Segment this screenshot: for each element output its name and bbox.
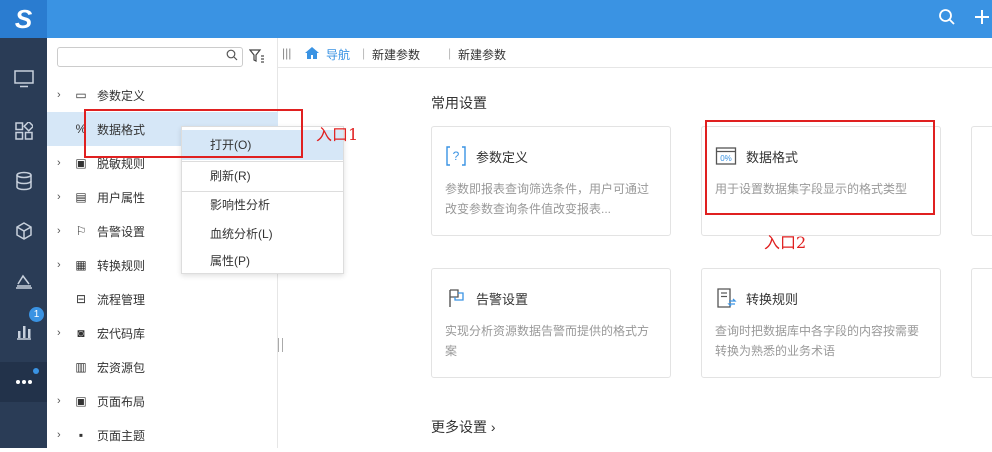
app-logo[interactable]: S (0, 0, 47, 38)
chevron-right-icon[interactable]: › (57, 89, 61, 101)
tree-item-macro-package[interactable]: ▥ 宏资源包 (47, 350, 278, 384)
tree-item-label: 参数定义 (97, 88, 146, 103)
notification-badge: 1 (29, 307, 44, 322)
monitor-icon[interactable] (0, 62, 47, 96)
breadcrumb: ||| 导航 | 新建参数 | 新建参数 (278, 38, 992, 68)
annotation-box-entry2 (705, 120, 935, 215)
chevron-right-icon[interactable]: › (57, 191, 61, 203)
card-title: 转换规则 (746, 292, 799, 307)
more-settings-link[interactable]: 更多设置 › (431, 417, 496, 437)
chart-icon[interactable]: 1 (0, 307, 47, 348)
annotation-box-entry1 (84, 109, 303, 158)
page-theme-icon: ▪ (78, 428, 84, 442)
tree-item-page-theme[interactable]: › ▪ 页面主题 (47, 418, 278, 452)
filter-icon[interactable] (248, 48, 265, 67)
more-settings-label: 更多设置 (431, 419, 487, 435)
tree-item-label: 页面主题 (97, 428, 146, 443)
card-desc: 参数即报表查询筛选条件，用户可通过改变参数查询条件值改变报表... (445, 182, 650, 216)
tree-item-process[interactable]: ⊟ 流程管理 (47, 282, 278, 316)
menu-item-impact-analysis[interactable]: 影响性分析 (182, 190, 343, 220)
chevron-right-icon[interactable]: › (57, 327, 61, 339)
tree-item-page-layout[interactable]: › ▣ 页面布局 (47, 384, 278, 418)
chevron-right-icon[interactable]: › (57, 225, 61, 237)
grid-icon[interactable] (0, 114, 47, 148)
chevron-right-icon[interactable]: › (57, 429, 61, 441)
top-bar: S (0, 0, 992, 38)
parameter-icon: ? (445, 145, 467, 167)
tree-item-label: 宏资源包 (97, 360, 146, 375)
plus-icon[interactable] (974, 8, 990, 30)
tree-item-macro[interactable]: › ◙ 宏代码库 (47, 316, 278, 350)
divider: | (448, 46, 452, 60)
page-layout-icon: ▣ (75, 394, 87, 408)
convert-rule-icon (715, 287, 737, 309)
new-dot (33, 368, 39, 374)
card-alarm[interactable]: 告警设置 实现分析资源数据告警而提供的格式方案 (431, 268, 671, 378)
more-icon[interactable] (0, 362, 47, 402)
chevron-right-icon[interactable]: › (57, 157, 61, 169)
card-desc: 实现分析资源数据告警而提供的格式方案 (445, 324, 650, 358)
card-desc: 查询时把数据库中各字段的内容按需要转换为熟悉的业务术语 (715, 324, 920, 358)
tree-item-label: 转换规则 (97, 258, 146, 273)
tab-new-parameter-2[interactable]: 新建参数 (458, 46, 506, 63)
divider: | (362, 46, 366, 60)
card-title: 告警设置 (476, 292, 529, 307)
tree-item-label: 流程管理 (97, 292, 146, 307)
tree-item-label: 页面布局 (97, 394, 146, 409)
card-partial[interactable] (971, 126, 992, 236)
chevron-right-icon[interactable]: › (57, 259, 61, 271)
menu-item-lineage-analysis[interactable]: 血统分析(L) (182, 219, 343, 249)
menu-item-refresh[interactable]: 刷新(R) (182, 161, 343, 191)
panel-splitter[interactable] (278, 338, 283, 352)
search-icon[interactable] (938, 8, 956, 31)
card-convert-rule[interactable]: 转换规则 查询时把数据库中各字段的内容按需要转换为熟悉的业务术语 (701, 268, 941, 378)
menu-item-properties[interactable]: 属性(P) (182, 246, 343, 276)
layers-icon[interactable] (0, 264, 47, 298)
alarm-flag-icon: ⚐ (75, 224, 87, 238)
tree-item-parameter[interactable]: › ▭ 参数定义 (47, 78, 278, 112)
desensitize-icon: ▣ (75, 156, 87, 170)
search-icon[interactable] (226, 49, 238, 64)
alarm-flag-icon (445, 287, 467, 309)
breadcrumb-home[interactable]: 导航 (326, 46, 350, 63)
svg-text:?: ? (453, 149, 460, 163)
home-icon[interactable] (304, 46, 320, 63)
macro-icon: ◙ (77, 326, 85, 340)
cube-icon[interactable] (0, 214, 47, 248)
tab-new-parameter-1[interactable]: 新建参数 (372, 46, 420, 63)
parameter-icon: ▭ (75, 88, 87, 102)
search-input[interactable] (57, 47, 243, 67)
left-nav: 1 (0, 38, 47, 448)
annotation-label-entry1: 入口1 (316, 125, 359, 144)
card-parameter[interactable]: ? 参数定义 参数即报表查询筛选条件，用户可通过改变参数查询条件值改变报表... (431, 126, 671, 236)
tree-item-label: 用户属性 (97, 190, 146, 205)
annotation-label-entry2: 入口2 (764, 233, 807, 252)
card-partial[interactable] (971, 268, 992, 378)
convert-rule-icon: ▦ (75, 258, 87, 272)
common-settings-title: 常用设置 (431, 95, 487, 111)
chevron-right-icon: › (490, 419, 496, 435)
tree-item-label: 告警设置 (97, 224, 146, 239)
card-title: 参数定义 (476, 150, 529, 165)
database-icon[interactable] (0, 164, 47, 198)
process-icon: ⊟ (75, 292, 87, 306)
chevron-right-icon[interactable]: › (57, 395, 61, 407)
user-attribute-icon: ▤ (75, 190, 87, 204)
tree-item-label: 宏代码库 (97, 326, 146, 341)
menu-toggle-icon[interactable]: ||| (282, 46, 291, 60)
macro-package-icon: ▥ (75, 360, 87, 374)
